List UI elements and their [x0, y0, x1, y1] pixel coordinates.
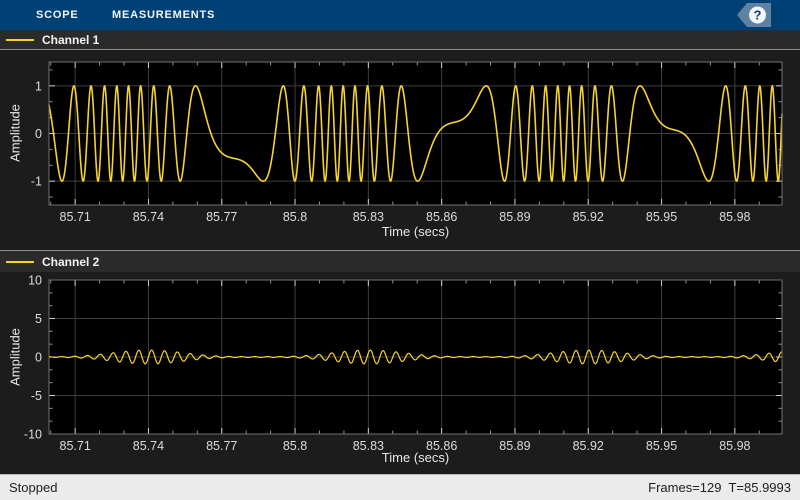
channel1-legend-line-sample [6, 38, 34, 41]
x-tick-label: 85.71 [60, 210, 91, 224]
help-button[interactable]: ? [737, 3, 771, 27]
y-tick-label: 5 [35, 312, 42, 326]
x-tick-label: 85.92 [573, 210, 604, 224]
y-tick-label: 1 [35, 79, 42, 93]
channel2-legend-label: Channel 2 [42, 254, 100, 269]
x-tick-label: 85.8 [283, 210, 307, 224]
channel2-legend[interactable]: Channel 2 [0, 250, 800, 272]
x-tick-label: 85.86 [426, 210, 457, 224]
x-tick-label: 85.83 [353, 210, 384, 224]
frames-time-readout: Frames=129 T=85.9993 [648, 480, 791, 495]
channel1-plot[interactable]: 85.71 85.74 85.77 85.8 85.83 85.86 85.89 85.92 8… [0, 50, 800, 250]
channel2-y-axis-label: Amplitude [7, 328, 23, 386]
y-tick-label: 0 [35, 127, 42, 141]
channel2-x-axis-label: Time (secs) [381, 450, 450, 465]
status-text: Stopped [9, 480, 58, 495]
x-tick-label: 85.77 [206, 210, 237, 224]
y-tick-label: 0 [35, 351, 42, 365]
channel2-legend-line-sample [6, 260, 34, 263]
x-tick-label: 85.95 [646, 210, 677, 224]
question-mark-icon: ? [754, 8, 762, 23]
channel1-legend-label: Channel 1 [42, 32, 100, 47]
toolstrip: SCOPE MEASUREMENTS ? [0, 0, 800, 30]
channel2-plot[interactable]: 85.71 85.74 85.77 85.8 85.83 85.86 85.89 85.92 8… [0, 272, 800, 474]
x-tick-label: 85.74 [133, 210, 164, 224]
y-tick-label: -1 [31, 175, 42, 189]
channel1-y-axis-label: Amplitude [7, 104, 23, 162]
x-tick-label: 85.89 [499, 210, 530, 224]
channel1-legend[interactable]: Channel 1 [0, 30, 800, 50]
y-tick-label: -5 [31, 389, 42, 403]
tab-measurements[interactable]: MEASUREMENTS [112, 0, 215, 30]
y-tick-label: -10 [24, 428, 42, 442]
status-bar: Stopped Frames=129 T=85.9993 [0, 474, 800, 500]
tab-scope[interactable]: SCOPE [36, 0, 79, 30]
y-tick-label: 10 [28, 274, 42, 288]
channel1-x-axis-label: Time (secs) [381, 224, 450, 239]
x-tick-label: 85.98 [719, 210, 750, 224]
